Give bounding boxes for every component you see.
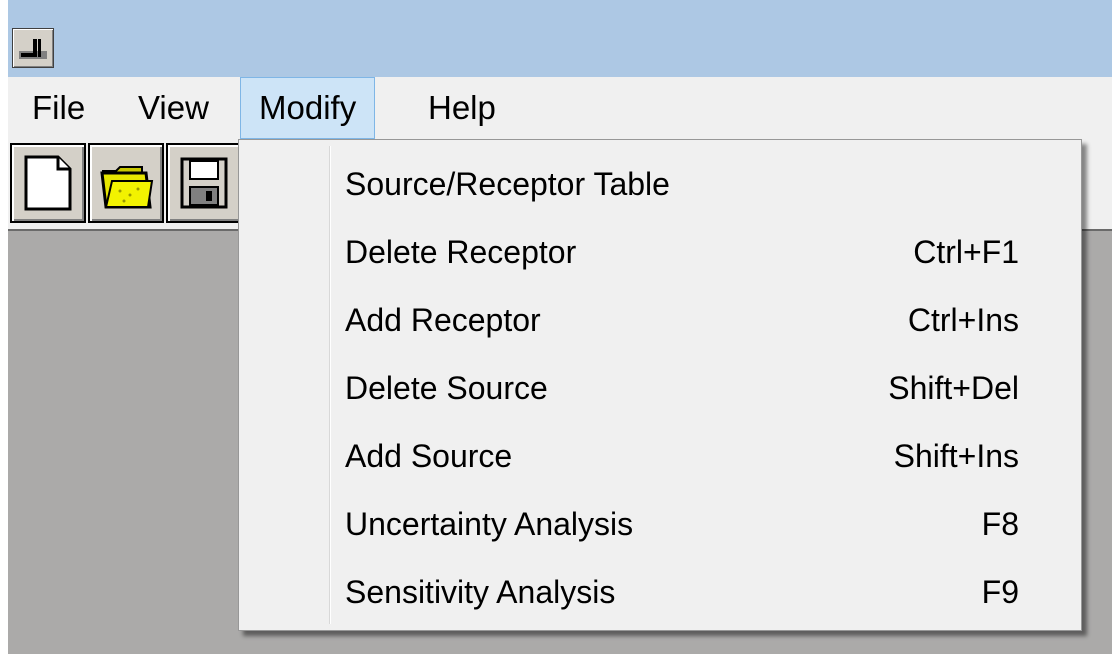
menu-item-add-receptor[interactable]: Add Receptor Ctrl+Ins [239, 286, 1081, 354]
menu-item-add-source[interactable]: Add Source Shift+Ins [239, 422, 1081, 490]
application-window: File View Modify Help Source/Receptor Ta… [8, 0, 1112, 654]
menu-modify[interactable]: Modify [240, 77, 376, 139]
new-document-button[interactable] [10, 143, 86, 223]
menu-item-shortcut: Ctrl+Ins [907, 302, 1019, 338]
save-file-button[interactable] [166, 143, 242, 223]
menu-item-delete-receptor[interactable]: Delete Receptor Ctrl+F1 [239, 218, 1081, 286]
menu-view[interactable]: View [126, 77, 221, 139]
menu-item-shortcut: F9 [981, 574, 1019, 610]
menu-item-source-receptor-table[interactable]: Source/Receptor Table [239, 150, 1081, 218]
menu-item-shortcut: Shift+Ins [893, 438, 1019, 474]
new-document-icon [24, 155, 72, 211]
menu-file[interactable]: File [20, 77, 97, 139]
modify-dropdown-menu: Source/Receptor Table Delete Receptor Ct… [238, 139, 1082, 631]
menu-item-label: Delete Receptor [345, 234, 577, 270]
menu-item-shortcut: Ctrl+F1 [913, 234, 1019, 270]
menu-item-label: Delete Source [345, 370, 548, 406]
title-bar[interactable] [8, 0, 1112, 77]
menu-item-label: Uncertainty Analysis [345, 506, 634, 542]
menu-item-label: Sensitivity Analysis [345, 574, 616, 610]
save-disk-icon [180, 157, 228, 209]
menu-item-label: Add Receptor [345, 302, 541, 338]
open-folder-icon [100, 166, 154, 209]
menu-item-shortcut: Shift+Del [888, 370, 1019, 406]
menu-help[interactable]: Help [416, 77, 508, 139]
open-file-button[interactable] [88, 143, 164, 223]
menu-item-delete-source[interactable]: Delete Source Shift+Del [239, 354, 1081, 422]
menu-item-label: Add Source [345, 438, 513, 474]
app-system-icon[interactable] [12, 28, 54, 68]
menu-item-sensitivity-analysis[interactable]: Sensitivity Analysis F9 [239, 558, 1081, 626]
menu-item-shortcut: F8 [981, 506, 1019, 542]
menu-item-uncertainty-analysis[interactable]: Uncertainty Analysis F8 [239, 490, 1081, 558]
menu-item-label: Source/Receptor Table [345, 166, 670, 202]
menu-bar: File View Modify Help [8, 77, 1112, 139]
